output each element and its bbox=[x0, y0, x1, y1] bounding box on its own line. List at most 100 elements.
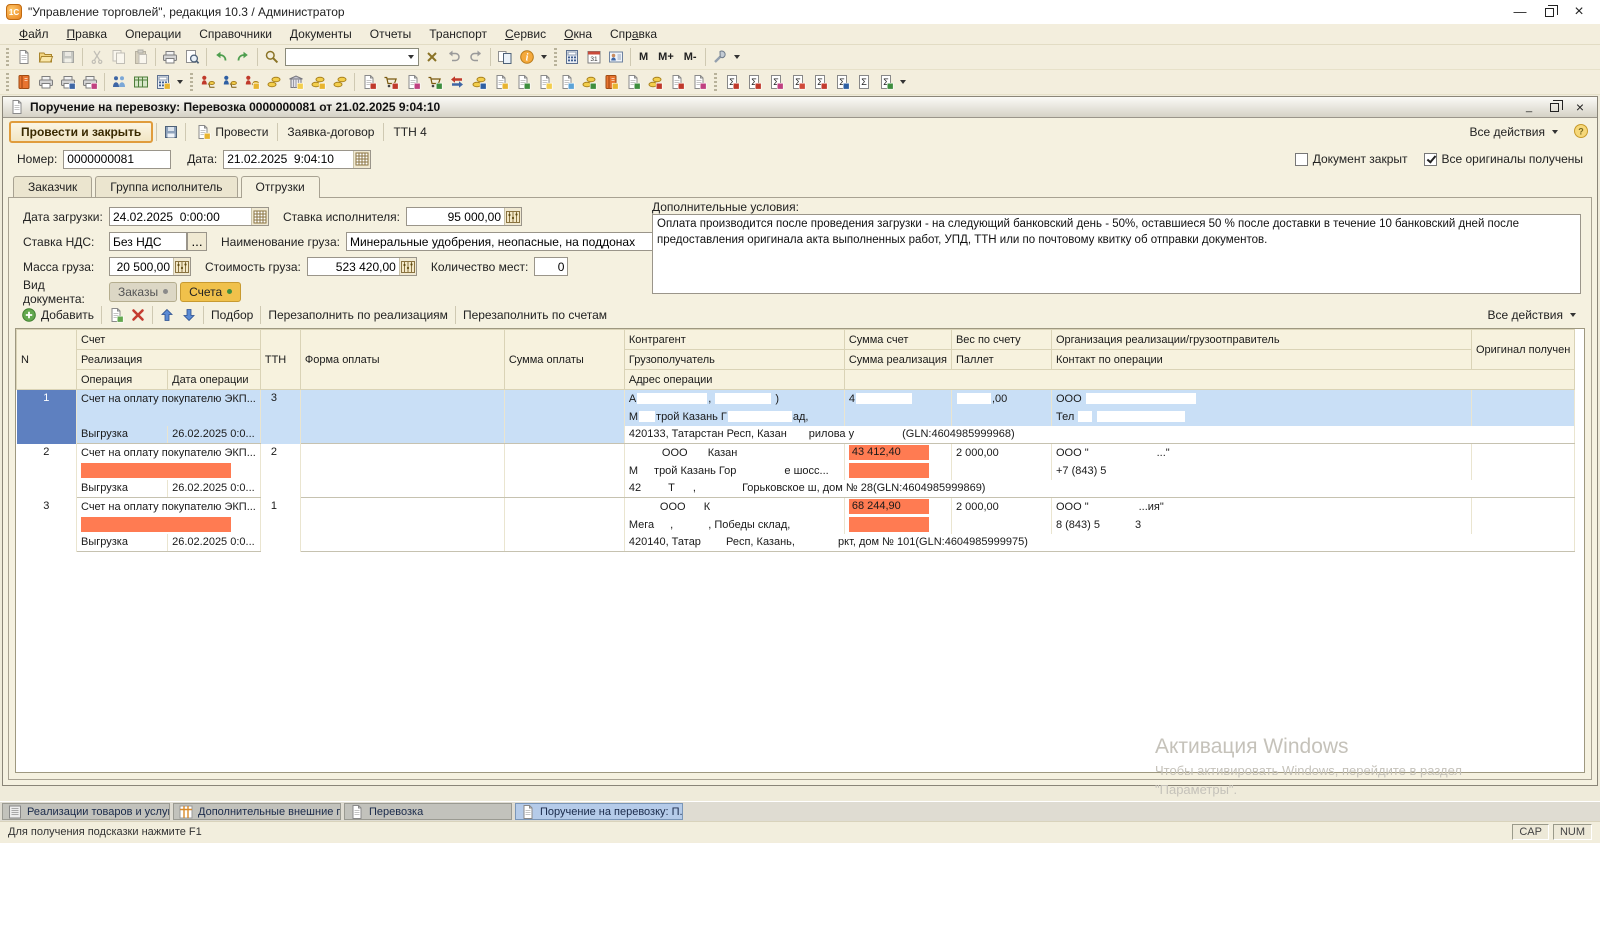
chevron-down-icon[interactable] bbox=[734, 55, 740, 59]
customer-cart-blue-icon[interactable] bbox=[219, 72, 241, 93]
chevron-down-icon[interactable] bbox=[177, 80, 183, 84]
doc-refresh-blue-icon[interactable] bbox=[556, 72, 578, 93]
move-up-button[interactable] bbox=[156, 305, 178, 326]
all-originals-checkbox[interactable]: Все оригиналы получены bbox=[1424, 152, 1584, 166]
copy-icon[interactable] bbox=[108, 47, 130, 68]
customer-cart-red-icon[interactable] bbox=[197, 72, 219, 93]
memory-mminus-button[interactable]: M- bbox=[679, 51, 702, 63]
people-icon[interactable] bbox=[108, 72, 130, 93]
doc-pink-mark-icon[interactable] bbox=[688, 72, 710, 93]
load-date-input[interactable] bbox=[110, 209, 251, 224]
sigma-report-blue-icon[interactable]: Σ bbox=[831, 72, 853, 93]
date-calendar-button[interactable] bbox=[353, 151, 370, 168]
chevron-down-icon[interactable] bbox=[900, 80, 906, 84]
history-back-icon[interactable] bbox=[443, 47, 465, 68]
save-icon[interactable] bbox=[57, 47, 79, 68]
history-forward-icon[interactable] bbox=[465, 47, 487, 68]
minimize-button[interactable]: — bbox=[1505, 1, 1535, 23]
mass-input[interactable] bbox=[110, 259, 173, 274]
ttn4-button[interactable]: ТТН 4 bbox=[387, 123, 432, 141]
refill-by-invoices-button[interactable]: Перезаполнить по счетам bbox=[459, 306, 611, 324]
refill-by-sales-button[interactable]: Перезаполнить по реализациям bbox=[264, 306, 452, 324]
menu-Справка[interactable]: Справка bbox=[601, 25, 666, 43]
cut-icon[interactable] bbox=[86, 47, 108, 68]
print-preview-icon[interactable] bbox=[181, 47, 203, 68]
save-button[interactable] bbox=[160, 121, 182, 142]
sigma-report-red2-icon[interactable]: Σ bbox=[743, 72, 765, 93]
doc-green-arrow-icon[interactable] bbox=[512, 72, 534, 93]
undo-icon[interactable] bbox=[210, 47, 232, 68]
menu-Транспорт[interactable]: Транспорт bbox=[420, 25, 496, 43]
coin-book-icon[interactable] bbox=[600, 72, 622, 93]
number-input[interactable] bbox=[63, 150, 171, 169]
mass-calc-button[interactable] bbox=[173, 258, 190, 275]
coins-refresh-icon[interactable] bbox=[468, 72, 490, 93]
table-row[interactable]: 2Счет на оплату покупателю ЭКП...2 ООО К… bbox=[17, 444, 1575, 462]
cargo-name-input[interactable] bbox=[346, 232, 668, 251]
restore-button[interactable] bbox=[1545, 8, 1554, 17]
tab-zakazchik[interactable]: Заказчик bbox=[13, 176, 92, 197]
conditions-textarea[interactable]: Оплата производится после проведения заг… bbox=[652, 214, 1581, 294]
copy-window-icon[interactable] bbox=[494, 47, 516, 68]
doc-minimize-button[interactable]: _ bbox=[1518, 98, 1540, 116]
table-row-sub3[interactable]: Выгрузка26.02.2025 0:0...42 Т, Горьковск… bbox=[17, 480, 1575, 498]
doc-close-button[interactable]: × bbox=[1569, 98, 1591, 116]
post-and-close-button[interactable]: Провести и закрыть bbox=[9, 121, 153, 143]
quick-search-combo[interactable] bbox=[285, 48, 419, 66]
tab-gruppa-ispolnitel[interactable]: Группа исполнитель bbox=[95, 176, 237, 197]
rate-calc-button[interactable] bbox=[504, 208, 521, 225]
shipments-table[interactable]: NСчетТТНФорма оплатыСумма оплатыКонтраге… bbox=[16, 329, 1575, 552]
cart-red-arrow-icon[interactable] bbox=[380, 72, 402, 93]
coin-icon[interactable] bbox=[307, 72, 329, 93]
printer-blue-icon[interactable] bbox=[57, 72, 79, 93]
kind-orders-toggle[interactable]: Заказы bbox=[109, 282, 177, 302]
transfer-arrows-icon[interactable] bbox=[446, 72, 468, 93]
window-tab[interactable]: Перевозка bbox=[344, 803, 512, 820]
podbor-button[interactable]: Подбор bbox=[207, 306, 257, 324]
catalog-book-icon[interactable] bbox=[13, 72, 35, 93]
window-tab[interactable]: Дополнительные внешние п... bbox=[173, 803, 341, 820]
calculator-pencil-icon[interactable] bbox=[152, 72, 174, 93]
doc-coin-icon[interactable] bbox=[490, 72, 512, 93]
plus-coins-icon[interactable] bbox=[578, 72, 600, 93]
table-row-sub2[interactable]: Мега, , Победы склад, 8 (843) 5 3 bbox=[17, 516, 1575, 534]
sigma-report-lines-icon[interactable]: Σ bbox=[853, 72, 875, 93]
help-icon[interactable]: ? bbox=[1573, 123, 1591, 141]
coins-icon[interactable] bbox=[263, 72, 285, 93]
menu-Операции[interactable]: Операции bbox=[116, 25, 190, 43]
menu-Правка[interactable]: Правка bbox=[58, 25, 117, 43]
user-card-icon[interactable] bbox=[605, 47, 627, 68]
all-actions-button[interactable]: Все действия bbox=[1464, 123, 1567, 141]
copy-row-button[interactable] bbox=[105, 305, 127, 326]
table-row[interactable]: 3Счет на оплату покупателю ЭКП...1 ООО К… bbox=[17, 498, 1575, 516]
menu-Отчеты[interactable]: Отчеты bbox=[361, 25, 420, 43]
chevron-down-icon[interactable] bbox=[408, 55, 414, 59]
delete-row-button[interactable] bbox=[127, 305, 149, 326]
open-folder-icon[interactable] bbox=[35, 47, 57, 68]
table-row-sub3[interactable]: Выгрузка26.02.2025 0:0...420140, Татар Р… bbox=[17, 534, 1575, 552]
cost-calc-button[interactable] bbox=[399, 258, 416, 275]
rate-input[interactable] bbox=[407, 209, 504, 224]
sigma-report-flag-icon[interactable]: Σ bbox=[809, 72, 831, 93]
menu-Сервис[interactable]: Сервис bbox=[496, 25, 555, 43]
table-row-sub2[interactable]: Мтрой Казань Гад, Тел bbox=[17, 408, 1575, 426]
doc-red-mark-icon[interactable] bbox=[666, 72, 688, 93]
vat-select-button[interactable]: ... bbox=[187, 232, 207, 251]
customer-cart-gold-icon[interactable] bbox=[241, 72, 263, 93]
add-row-button[interactable]: Добавить bbox=[17, 305, 98, 325]
new-document-icon[interactable] bbox=[13, 47, 35, 68]
close-button[interactable]: × bbox=[1564, 1, 1594, 23]
calculator-icon[interactable] bbox=[561, 47, 583, 68]
service-wrench-icon[interactable] bbox=[709, 47, 731, 68]
clear-search-icon[interactable] bbox=[421, 47, 443, 68]
redo-icon[interactable] bbox=[232, 47, 254, 68]
post-button[interactable]: Провести bbox=[189, 122, 274, 142]
menu-Окна[interactable]: Окна bbox=[555, 25, 601, 43]
doc-check-icon[interactable] bbox=[622, 72, 644, 93]
chevron-down-icon[interactable] bbox=[541, 55, 547, 59]
table-all-actions-button[interactable]: Все действия bbox=[1484, 306, 1583, 324]
doc-restore-button[interactable] bbox=[1550, 103, 1559, 112]
bank-coins-icon[interactable] bbox=[285, 72, 307, 93]
search-icon[interactable] bbox=[261, 47, 283, 68]
load-date-calendar-button[interactable] bbox=[251, 208, 268, 225]
